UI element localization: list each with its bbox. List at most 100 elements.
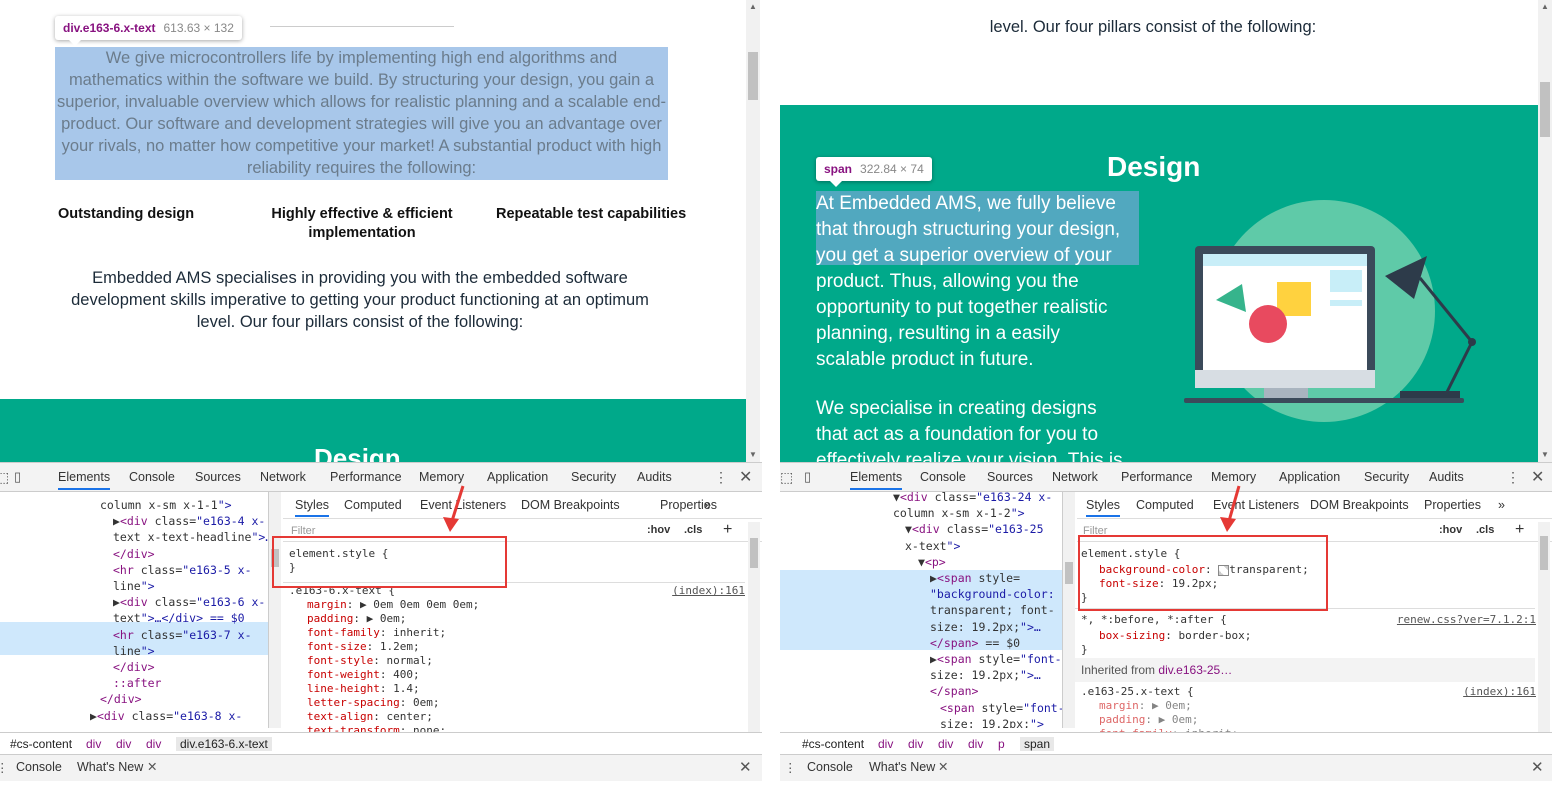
prop-name[interactable]: font-family: [307, 626, 380, 639]
scroll-down-icon[interactable]: ▼: [749, 450, 757, 459]
dom-node-line[interactable]: line">: [113, 643, 155, 659]
subtab-computed[interactable]: Computed: [1136, 498, 1194, 512]
dom-node-line[interactable]: ▶<span style="font-: [930, 651, 1062, 667]
prop-name[interactable]: padding: [307, 612, 353, 625]
breadcrumb-item[interactable]: div: [938, 737, 953, 751]
drawer-menu-icon[interactable]: ⋮: [0, 760, 9, 775]
dom-node-line[interactable]: line">: [113, 578, 155, 594]
close-whats-new-icon[interactable]: ✕: [938, 759, 948, 774]
dom-tree-scrollbar[interactable]: [269, 492, 281, 728]
hov-toggle[interactable]: :hov: [1439, 524, 1462, 536]
dom-node-line[interactable]: </span>: [930, 683, 978, 699]
prop-name[interactable]: line-height: [307, 682, 380, 695]
dom-node-line[interactable]: text">…</div> == $0: [113, 610, 245, 626]
styles-scroll-thumb[interactable]: [750, 538, 758, 568]
breadcrumb-item[interactable]: div.e163-6.x-text: [176, 737, 272, 751]
close-devtools-icon[interactable]: ✕: [739, 467, 752, 487]
drawer-tab-console[interactable]: Console: [807, 760, 853, 774]
devtools-tab-memory[interactable]: Memory: [1211, 470, 1256, 484]
scroll-down-icon[interactable]: ▼: [1541, 450, 1549, 459]
prop-name[interactable]: font-style: [307, 654, 373, 667]
dom-node-line[interactable]: "background-color:: [930, 586, 1055, 602]
dom-node-line[interactable]: <span style="font-: [940, 700, 1062, 716]
dom-node-line[interactable]: size: 19.2px;">: [940, 716, 1044, 728]
styles-scrollbar[interactable]: [1538, 522, 1550, 732]
dom-node-line[interactable]: ▶<span style=: [930, 570, 1020, 586]
scroll-up-icon[interactable]: ▲: [1541, 2, 1549, 11]
universal-source-link[interactable]: renew.css?ver=7.1.2:1: [1397, 613, 1536, 627]
drawer-tab-whats-new[interactable]: What's New: [869, 760, 935, 774]
subtab-dom-breakpoints[interactable]: DOM Breakpoints: [521, 498, 620, 512]
dom-node-line[interactable]: <hr class="e163-5 x-: [113, 562, 252, 578]
prop-value[interactable]: inherit;: [393, 626, 446, 639]
close-drawer-icon[interactable]: ✕: [739, 758, 752, 776]
dom-node-line[interactable]: </div>: [113, 546, 155, 562]
breadcrumb-item[interactable]: div: [146, 737, 161, 751]
devtools-tab-memory[interactable]: Memory: [419, 470, 464, 484]
subtab-properties[interactable]: Properties: [1424, 498, 1481, 512]
dom-node-line[interactable]: column x-sm x-1-2">: [893, 505, 1025, 521]
breadcrumb-item[interactable]: div: [878, 737, 893, 751]
more-panels-icon[interactable]: »: [1498, 498, 1505, 512]
rule-source-link[interactable]: (index):161: [672, 584, 745, 598]
scrollbar-thumb[interactable]: [748, 52, 758, 100]
dom-node-line[interactable]: </div>: [113, 659, 155, 675]
dom-node-line[interactable]: ▶<div class="e163-8 x-: [90, 708, 242, 724]
breadcrumb-item[interactable]: div: [116, 737, 131, 751]
dom-node-line[interactable]: ▶<div class="e163-6 x-: [113, 594, 265, 610]
dom-node-line[interactable]: ▼<div class="e163-25: [905, 521, 1044, 537]
more-options-icon[interactable]: ⋮: [714, 469, 728, 486]
devtools-tab-elements[interactable]: Elements: [58, 470, 111, 490]
prop-value[interactable]: 0em;: [413, 696, 440, 709]
close-whats-new-icon[interactable]: ✕: [147, 759, 157, 774]
devtools-tab-network[interactable]: Network: [260, 470, 306, 484]
prop-value[interactable]: 1.2em;: [380, 640, 420, 653]
hov-toggle[interactable]: :hov: [647, 524, 670, 536]
drawer-menu-icon[interactable]: ⋮: [784, 760, 797, 775]
subtab-computed[interactable]: Computed: [344, 498, 402, 512]
devtools-tab-performance[interactable]: Performance: [330, 470, 402, 484]
dom-node-line[interactable]: column x-sm x-1-1">: [100, 497, 232, 513]
devtools-tab-performance[interactable]: Performance: [1121, 470, 1193, 484]
prop-value[interactable]: center;: [386, 710, 432, 723]
devtools-tab-sources[interactable]: Sources: [987, 470, 1033, 484]
dom-node-line[interactable]: size: 19.2px;">…: [930, 667, 1041, 683]
close-drawer-icon[interactable]: ✕: [1531, 758, 1544, 776]
dom-node-line[interactable]: size: 19.2px;">…: [930, 619, 1041, 635]
breadcrumb-item[interactable]: p: [998, 737, 1005, 751]
inspect-icon[interactable]: ⬚: [0, 469, 9, 486]
devtools-tab-security[interactable]: Security: [571, 470, 616, 484]
dom-node-line[interactable]: x-text">: [905, 538, 960, 554]
device-toolbar-icon[interactable]: ▯: [14, 469, 21, 485]
breadcrumb-item[interactable]: span: [1020, 737, 1055, 751]
prop-value[interactable]: 400;: [393, 668, 420, 681]
dom-node-line[interactable]: transparent; font-: [930, 602, 1055, 618]
device-toolbar-icon[interactable]: ▯: [804, 469, 811, 485]
scroll-up-icon[interactable]: ▲: [749, 2, 757, 11]
devtools-tab-console[interactable]: Console: [920, 470, 966, 484]
styles-scrollbar[interactable]: [748, 522, 760, 732]
breadcrumb-item[interactable]: #cs-content: [10, 737, 72, 751]
prop-value[interactable]: ▶ 0em 0em 0em 0em;: [360, 598, 479, 611]
cls-toggle[interactable]: .cls: [1476, 524, 1494, 536]
left-page-scrollbar[interactable]: ▲ ▼: [746, 0, 760, 462]
dom-node-line[interactable]: ▶<div class="e163-4 x-: [113, 513, 265, 529]
dom-node-line[interactable]: <hr class="e163-7 x-: [113, 627, 252, 643]
cls-toggle[interactable]: .cls: [684, 524, 702, 536]
breadcrumb-item[interactable]: div: [968, 737, 983, 751]
devtools-tab-application[interactable]: Application: [1279, 470, 1340, 484]
prop-name[interactable]: letter-spacing: [307, 696, 400, 709]
prop-name[interactable]: font-size: [307, 640, 367, 653]
devtools-tab-elements[interactable]: Elements: [850, 470, 903, 490]
close-devtools-icon[interactable]: ✕: [1531, 467, 1544, 487]
devtools-tab-application[interactable]: Application: [487, 470, 548, 484]
dom-node-line[interactable]: ▼<div class="e163-24 x-: [893, 492, 1052, 505]
subtab-event-listeners[interactable]: Event Listeners: [420, 498, 506, 512]
dom-node-line[interactable]: text x-text-headline">…: [113, 529, 268, 545]
scrollbar-thumb[interactable]: [1540, 82, 1550, 137]
dom-node-line[interactable]: ::after: [113, 675, 161, 691]
dom-node-line[interactable]: </div>: [100, 691, 142, 707]
prop-value[interactable]: ▶ 0em;: [367, 612, 407, 625]
styles-scroll-thumb[interactable]: [1540, 536, 1548, 570]
subtab-event-listeners[interactable]: Event Listeners: [1213, 498, 1299, 512]
